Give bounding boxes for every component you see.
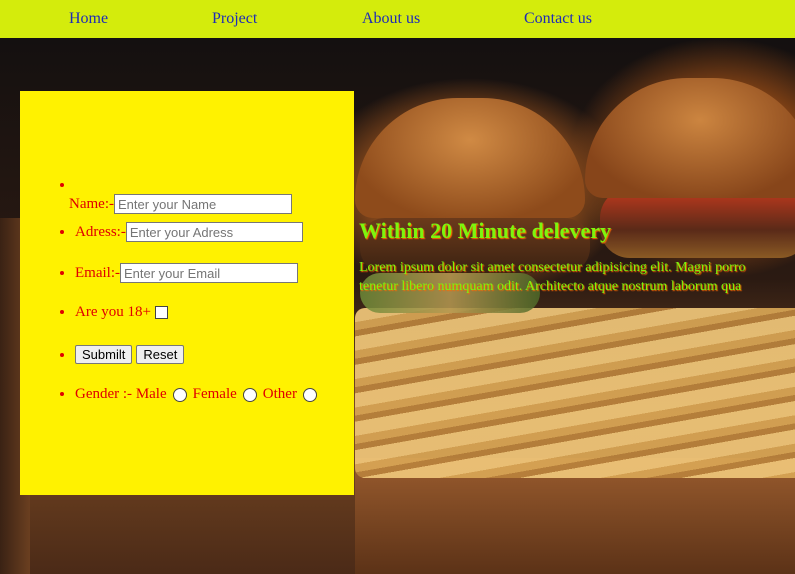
- list-item: Submilt Reset: [75, 345, 323, 380]
- nav-contact-link[interactable]: Contact us: [524, 10, 592, 28]
- gender-other-label: Other: [262, 386, 297, 402]
- list-item: Email:-: [75, 263, 323, 298]
- hero-paragraph: Lorem ipsum dolor sit amet consectetur a…: [359, 258, 795, 296]
- nav-home-link[interactable]: Home: [69, 10, 108, 28]
- fries-image: [355, 308, 795, 478]
- name-label: Name:-: [69, 195, 114, 212]
- top-nav: Home Project About us Contact us: [0, 0, 795, 38]
- list-item: Name:-: [69, 175, 323, 216]
- submit-button[interactable]: Submilt: [75, 345, 133, 364]
- form-list: Name:- Adress:- Email:- Are you 18+: [20, 175, 323, 403]
- gender-female-label: Female: [192, 386, 237, 402]
- address-input[interactable]: [125, 222, 303, 242]
- burger-right-image: [585, 78, 795, 198]
- gender-female-radio[interactable]: [242, 387, 257, 402]
- burger-left-image: [355, 98, 585, 218]
- age-label: Are you 18+: [75, 304, 151, 320]
- email-input[interactable]: [120, 263, 298, 283]
- gender-male-label: Male: [135, 386, 167, 402]
- email-row: Email:-: [75, 263, 323, 283]
- nav-about-link[interactable]: About us: [362, 10, 420, 28]
- hero-text: Within 20 Minute delevery Lorem ipsum do…: [359, 218, 795, 296]
- buttons-row: Submilt Reset: [75, 345, 323, 364]
- email-label: Email:-: [75, 264, 120, 281]
- gender-other-radio[interactable]: [302, 387, 317, 402]
- address-row: Adress:-: [75, 222, 323, 242]
- list-item: Adress:-: [75, 222, 323, 257]
- hero-line-1: Lorem ipsum dolor sit amet consectetur a…: [359, 260, 746, 275]
- list-item: Gender :- Male Female Other: [75, 386, 323, 403]
- age-row: Are you 18+: [75, 304, 323, 321]
- name-input[interactable]: [113, 194, 292, 214]
- reset-button[interactable]: Reset: [136, 345, 185, 364]
- nav-project-link[interactable]: Project: [212, 10, 257, 28]
- gender-label: Gender :-: [75, 386, 133, 402]
- list-item: Are you 18+: [75, 304, 323, 339]
- gender-male-radio[interactable]: [172, 387, 187, 402]
- hero-line-2: tenetur libero numquam odit. Architecto …: [359, 279, 742, 294]
- name-row: Name:-: [69, 194, 317, 214]
- gender-row: Gender :- Male Female Other: [75, 386, 323, 403]
- hero-heading: Within 20 Minute delevery: [359, 218, 611, 243]
- address-label: Adress:-: [75, 223, 126, 240]
- age-checkbox[interactable]: [154, 306, 168, 319]
- form-panel: Name:- Adress:- Email:- Are you 18+: [20, 91, 354, 495]
